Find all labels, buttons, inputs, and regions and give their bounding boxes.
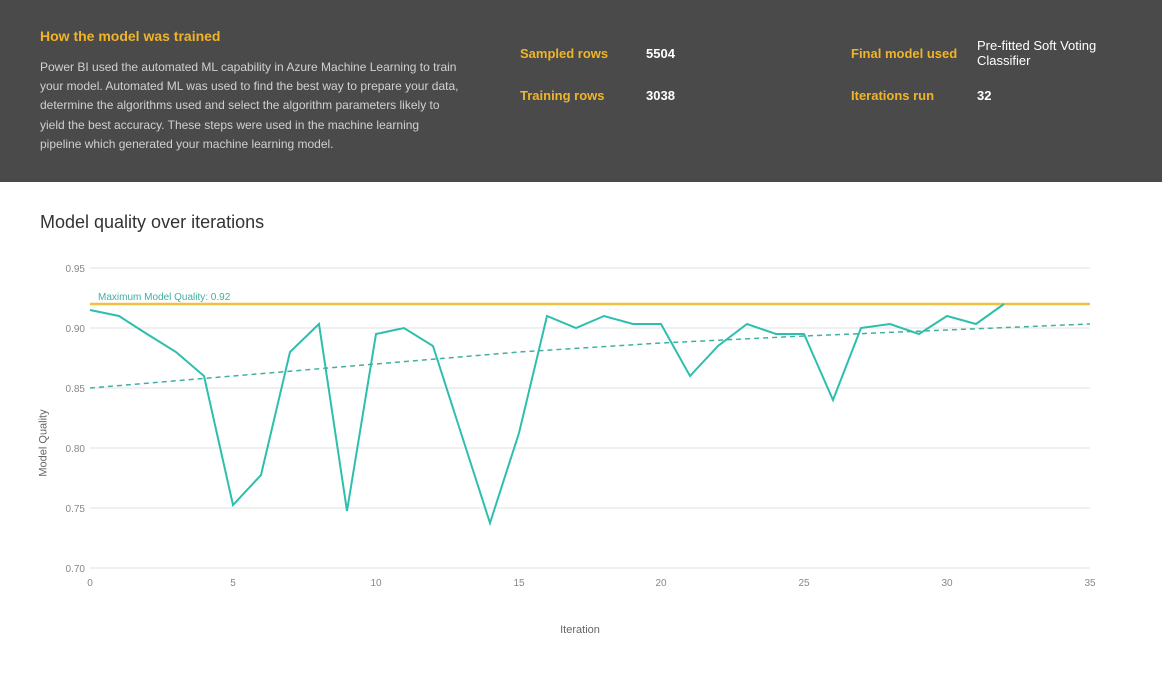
svg-text:0.75: 0.75 (66, 504, 86, 515)
svg-text:15: 15 (513, 578, 525, 589)
iterations-row: Iterations run 32 (851, 88, 1122, 103)
header-left: How the model was trained Power BI used … (40, 28, 460, 154)
sampled-rows-row: Sampled rows 5504 (520, 38, 791, 68)
svg-text:0.70: 0.70 (66, 564, 86, 575)
svg-text:0.95: 0.95 (66, 264, 86, 275)
final-model-row: Final model used Pre-fitted Soft Voting … (851, 38, 1122, 68)
y-axis-label: Model Quality (38, 409, 50, 476)
header-panel: How the model was trained Power BI used … (0, 0, 1162, 182)
svg-text:35: 35 (1084, 578, 1096, 589)
svg-text:0.80: 0.80 (66, 444, 86, 455)
x-axis-label: Iteration (40, 624, 1120, 636)
iterations-value: 32 (977, 88, 991, 103)
sampled-rows-label: Sampled rows (520, 46, 630, 61)
svg-text:10: 10 (370, 578, 382, 589)
svg-text:30: 30 (941, 578, 953, 589)
svg-text:5: 5 (230, 578, 236, 589)
final-model-value: Pre-fitted Soft Voting Classifier (977, 38, 1122, 68)
svg-text:25: 25 (798, 578, 810, 589)
header-description: Power BI used the automated ML capabilit… (40, 58, 460, 154)
svg-text:0.90: 0.90 (66, 324, 86, 335)
chart-svg: 0.95 0.90 0.85 0.80 0.75 0.70 0 5 10 15 … (40, 253, 1100, 613)
svg-text:0.85: 0.85 (66, 384, 86, 395)
iterations-label: Iterations run (851, 88, 961, 103)
training-rows-value: 3038 (646, 88, 675, 103)
svg-text:20: 20 (655, 578, 667, 589)
svg-text:0: 0 (87, 578, 93, 589)
chart-title: Model quality over iterations (40, 212, 1122, 233)
trend-line (90, 324, 1090, 388)
quality-line (90, 304, 1004, 523)
training-rows-label: Training rows (520, 88, 630, 103)
sampled-rows-value: 5504 (646, 46, 675, 61)
chart-container: Model Quality 0.95 0.90 0.85 0.80 0.75 0… (40, 253, 1120, 633)
header-stats: Sampled rows 5504 Final model used Pre-f… (520, 28, 1122, 103)
chart-section: Model quality over iterations Model Qual… (0, 182, 1162, 653)
header-title: How the model was trained (40, 28, 460, 44)
training-rows-row: Training rows 3038 (520, 88, 791, 103)
final-model-label: Final model used (851, 46, 961, 61)
max-quality-label: Maximum Model Quality: 0.92 (98, 292, 231, 303)
